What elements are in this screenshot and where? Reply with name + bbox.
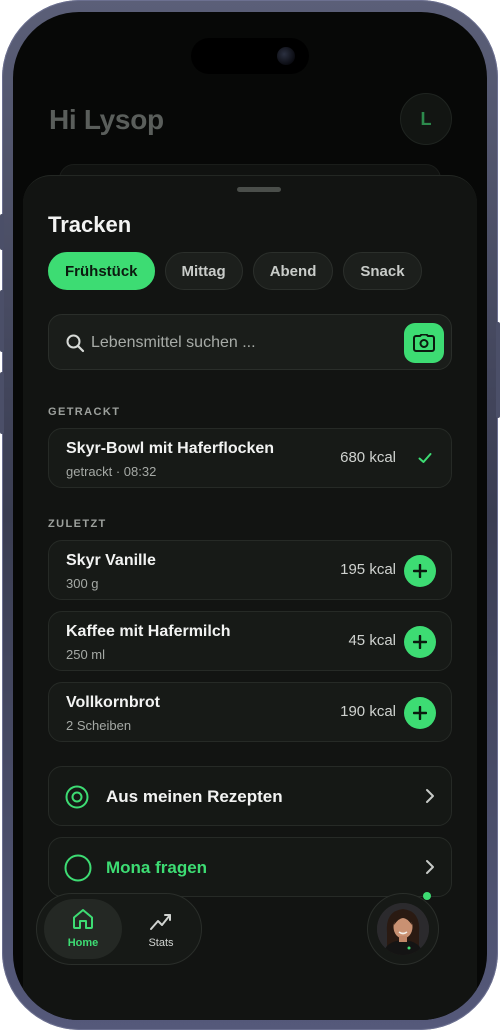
assistant-avatar-button[interactable] bbox=[367, 892, 439, 965]
search-icon bbox=[66, 334, 85, 353]
tab-snack[interactable]: Snack bbox=[343, 252, 422, 290]
add-food-button[interactable] bbox=[404, 626, 436, 658]
side-button-volume-up bbox=[0, 290, 4, 352]
tab-fruehstueck[interactable]: Frühstück bbox=[48, 252, 155, 290]
recent-food-card[interactable]: Vollkornbrot 2 Scheiben 190 kcal bbox=[48, 682, 452, 742]
food-kcal: 45 kcal bbox=[348, 632, 396, 649]
chevron-right-icon bbox=[426, 789, 434, 803]
dynamic-island bbox=[191, 38, 309, 74]
profile-avatar[interactable]: L bbox=[400, 93, 452, 145]
side-button-volume-down bbox=[0, 372, 4, 434]
plus-icon bbox=[413, 635, 427, 649]
food-amount: 300 g bbox=[66, 576, 99, 591]
phone-screen: Hi Lysop L Tracken Frühstück Mittag Aben… bbox=[13, 12, 487, 1020]
food-kcal: 190 kcal bbox=[340, 703, 396, 720]
bottom-nav: Home Stats bbox=[36, 893, 202, 965]
add-food-button[interactable] bbox=[404, 697, 436, 729]
section-label-recent: ZULETZT bbox=[48, 518, 107, 530]
camera-scan-button[interactable] bbox=[404, 323, 444, 363]
plus-icon bbox=[413, 706, 427, 720]
recipes-action-label: Aus meinen Rezepten bbox=[106, 787, 283, 806]
section-label-tracked: GETRACKT bbox=[48, 406, 121, 418]
greeting-title: Hi Lysop bbox=[49, 104, 164, 135]
tracked-food-card[interactable]: Skyr-Bowl mit Haferflocken getrackt · 08… bbox=[48, 428, 452, 488]
food-kcal: 680 kcal bbox=[340, 449, 396, 466]
nav-home-label: Home bbox=[67, 937, 99, 949]
sheet-grabber[interactable] bbox=[237, 187, 281, 192]
ask-mona-action-label: Mona fragen bbox=[106, 858, 208, 877]
food-amount: 250 ml bbox=[66, 647, 106, 662]
nav-stats-button[interactable]: Stats bbox=[129, 899, 193, 959]
recipes-action-card[interactable]: Aus meinen Rezepten bbox=[48, 766, 452, 826]
ring-icon bbox=[64, 854, 92, 882]
add-food-button[interactable] bbox=[404, 555, 436, 587]
chevron-right-icon bbox=[426, 860, 434, 874]
plus-icon bbox=[413, 564, 427, 578]
side-button-power bbox=[496, 322, 500, 418]
food-name: Vollkornbrot bbox=[66, 694, 160, 711]
food-name: Kaffee mit Hafermilch bbox=[66, 623, 231, 640]
food-name: Skyr Vanille bbox=[66, 552, 156, 569]
check-icon bbox=[418, 453, 432, 463]
food-name: Skyr-Bowl mit Haferflocken bbox=[66, 440, 275, 457]
recent-food-card[interactable]: Skyr Vanille 300 g 195 kcal bbox=[48, 540, 452, 600]
ask-mona-action-card[interactable]: Mona fragen bbox=[48, 837, 452, 897]
target-icon bbox=[65, 785, 89, 809]
recent-food-card[interactable]: Kaffee mit Hafermilch 250 ml 45 kcal bbox=[48, 611, 452, 671]
food-meta: getrackt · 08:32 bbox=[66, 464, 157, 479]
food-kcal: 195 kcal bbox=[340, 561, 396, 578]
meal-tabs: Frühstück Mittag Abend Snack bbox=[48, 252, 422, 290]
side-button-action bbox=[0, 214, 4, 250]
tab-mittag[interactable]: Mittag bbox=[164, 252, 243, 290]
sheet-title: Tracken bbox=[48, 212, 132, 237]
food-amount: 2 Scheiben bbox=[66, 718, 132, 733]
tab-abend[interactable]: Abend bbox=[252, 252, 334, 290]
search-box bbox=[48, 314, 452, 371]
trend-chart-icon bbox=[150, 914, 171, 930]
front-camera bbox=[277, 47, 295, 65]
search-input[interactable] bbox=[91, 315, 391, 371]
camera-icon bbox=[413, 334, 435, 352]
assistant-photo bbox=[377, 903, 429, 955]
online-status-dot bbox=[423, 892, 431, 900]
home-icon bbox=[73, 909, 93, 929]
nav-home-button[interactable]: Home bbox=[44, 899, 122, 959]
nav-stats-label: Stats bbox=[148, 937, 174, 949]
